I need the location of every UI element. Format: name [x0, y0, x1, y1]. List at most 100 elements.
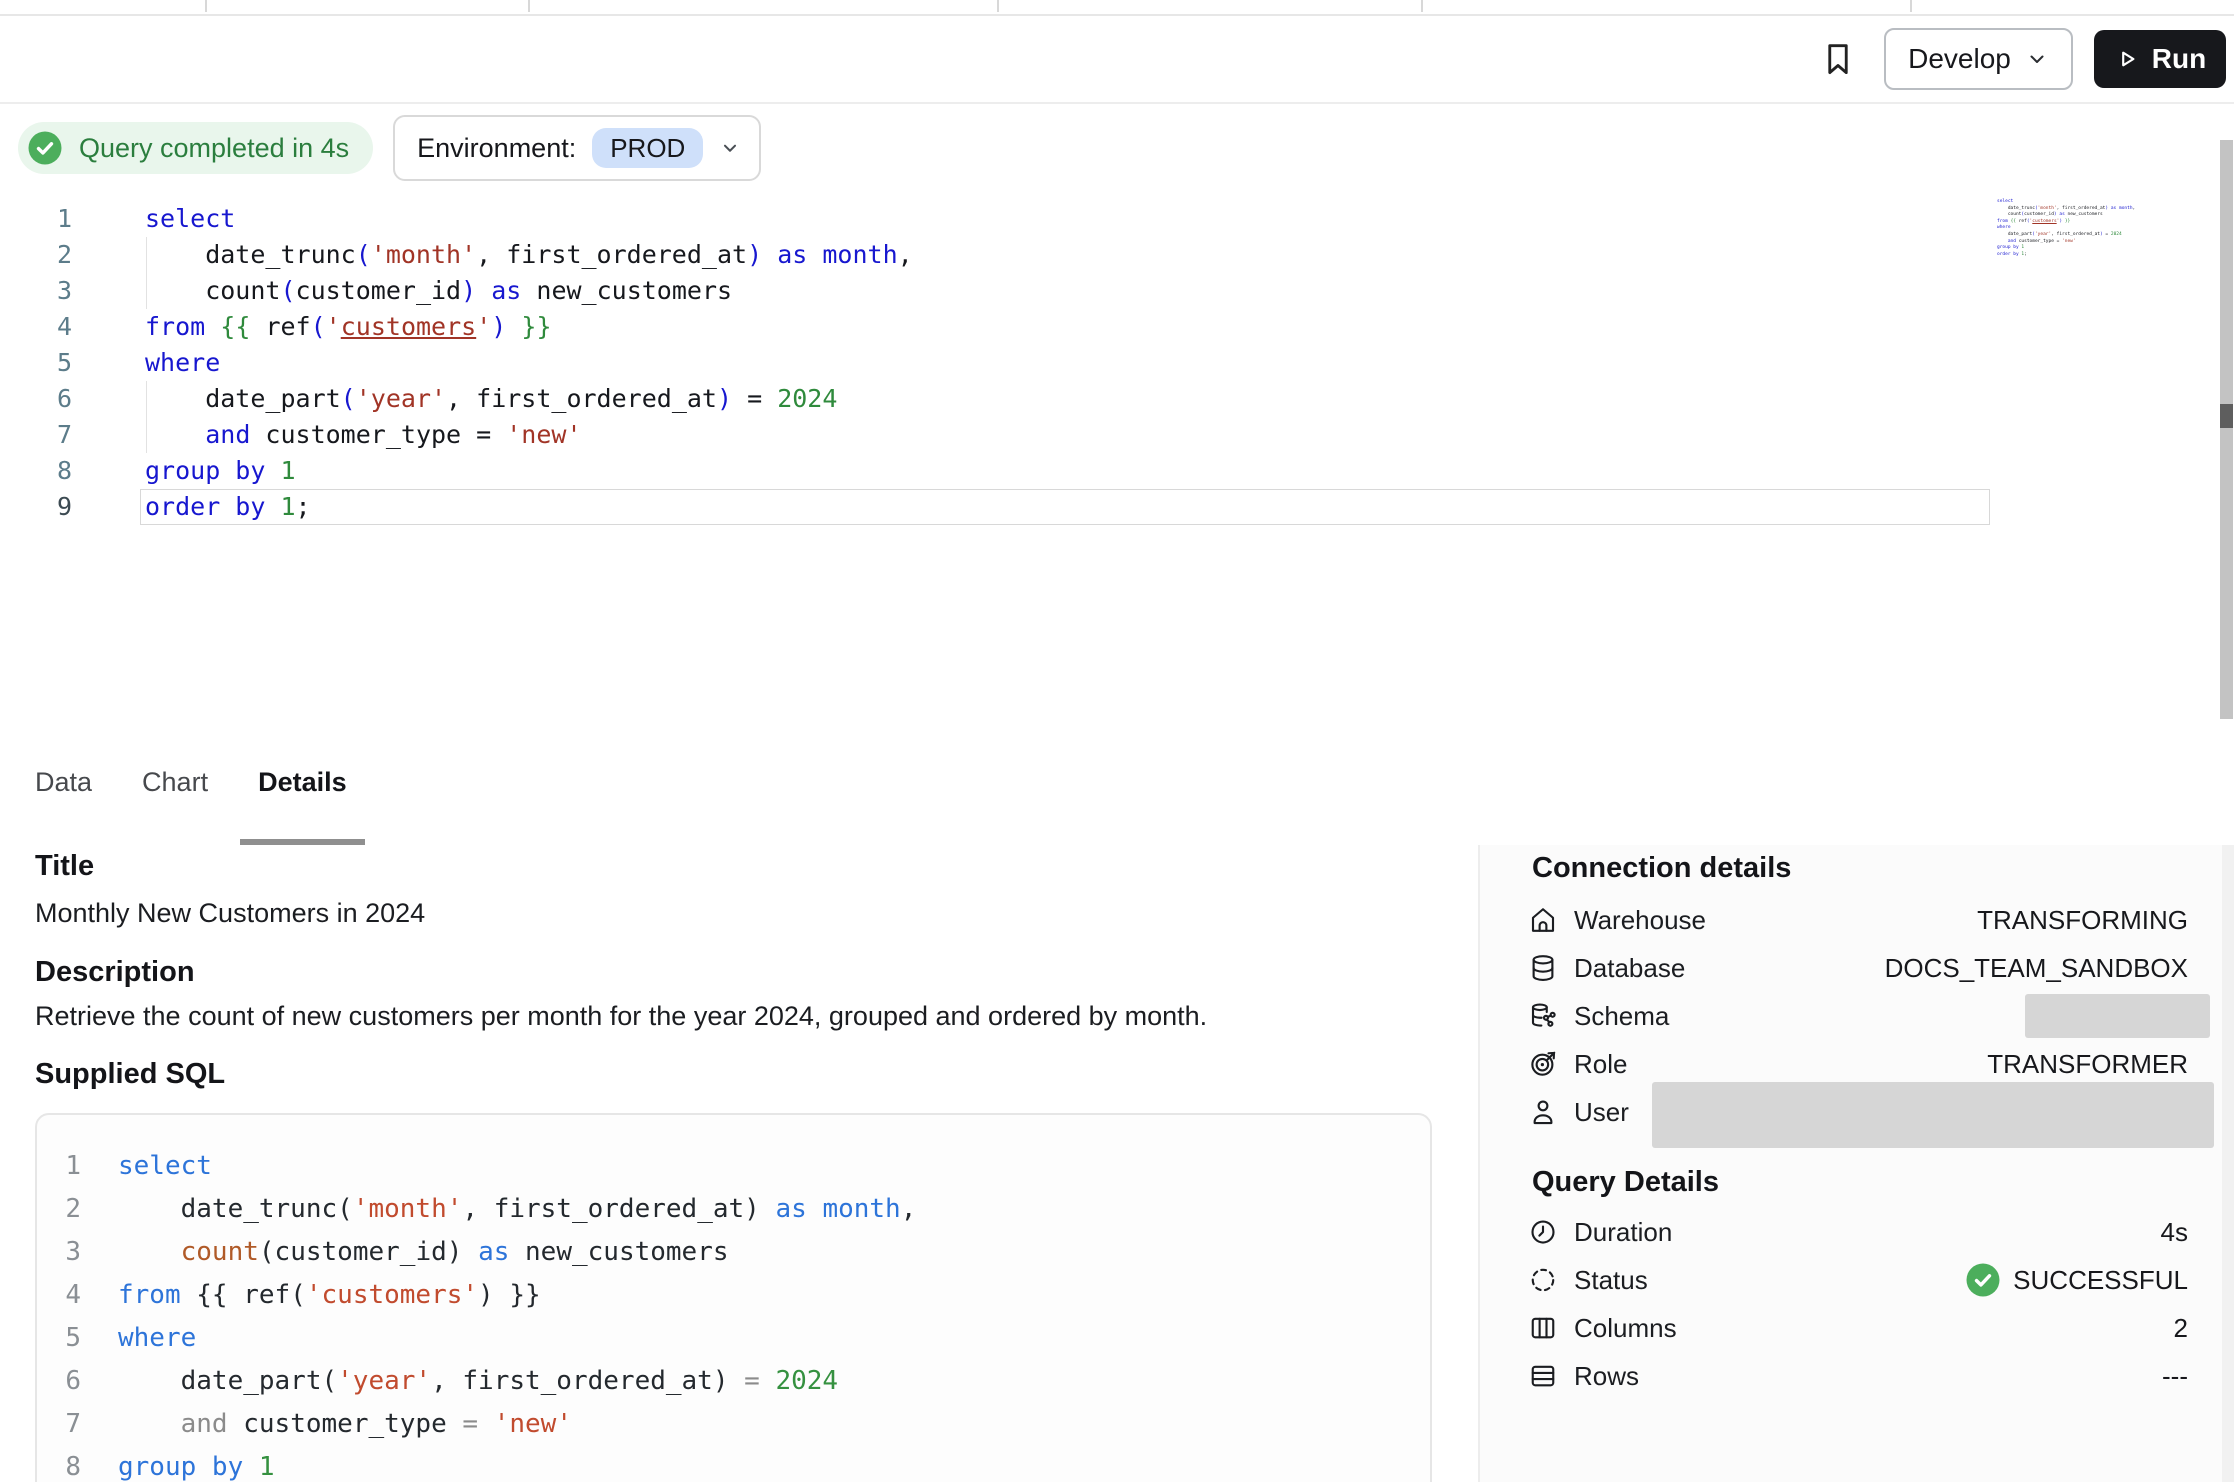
line-number: 2 — [37, 1188, 81, 1231]
code-token: date_trunc — [145, 240, 356, 269]
code-token: as — [491, 276, 521, 305]
query-detail-row-columns: Columns2 — [1528, 1304, 2188, 1352]
code-token: where — [145, 348, 220, 377]
run-button[interactable]: Run — [2094, 30, 2226, 88]
editor-code-line[interactable]: 9order by 1; — [0, 489, 2234, 525]
tab-divider — [205, 0, 207, 12]
code-token: }} — [521, 312, 551, 341]
connection-value-text: TRANSFORMING — [1977, 905, 2188, 936]
duration-icon — [1528, 1217, 1558, 1247]
code-token: , first_ordered_at — [446, 384, 717, 413]
tab-details[interactable]: Details — [258, 719, 347, 845]
editor-code-line[interactable]: 8group by 1 — [0, 453, 2234, 489]
code-token: 'month' — [2038, 206, 2057, 211]
connection-value-text: DOCS_TEAM_SANDBOX — [1885, 953, 2188, 984]
code-token: 1 — [2021, 245, 2024, 250]
query-detail-row-rows: Rows--- — [1528, 1352, 2188, 1400]
connection-row-schema: Schema — [1528, 992, 2188, 1040]
code-token: {{ — [220, 312, 250, 341]
tab-divider — [1910, 0, 1912, 12]
code-token: from — [1997, 219, 2008, 224]
code-token: customer_id — [296, 276, 462, 305]
editor-minimap[interactable]: select date_trunc('month', first_ordered… — [1997, 199, 2107, 258]
editor-code-line[interactable]: 6 date_part('year', first_ordered_at) = … — [0, 381, 2234, 417]
minimap-line: where — [1997, 225, 2107, 232]
editor-code-line[interactable]: 3 count(customer_id) as new_customers — [0, 273, 2234, 309]
query-details-rows: Duration4sStatusSUCCESSFULColumns2Rows--… — [1528, 1208, 2188, 1400]
query-detail-label: Duration — [1574, 1217, 1672, 1248]
code-token — [478, 1409, 494, 1439]
supplied-sql-line: 5where — [37, 1317, 1430, 1360]
code-token: select — [1997, 199, 2013, 204]
editor-code-line[interactable]: 7 and customer_type = 'new' — [0, 417, 2234, 453]
sql-editor[interactable]: 1select2 date_trunc('month', first_order… — [0, 190, 2234, 719]
tab-chart[interactable]: Chart — [142, 719, 208, 845]
code-token: , first_ordered_at) — [462, 1194, 775, 1224]
code-token: select — [118, 1151, 212, 1181]
code-line-content: date_part('year', first_ordered_at) = 20… — [81, 1360, 838, 1403]
code-token: {{ ref( — [181, 1280, 306, 1310]
editor-code-line[interactable]: 1select — [0, 201, 2234, 237]
code-token: 'new' — [2062, 239, 2076, 244]
code-token: = — [2103, 232, 2111, 237]
code-token: , first_ordered_at) — [431, 1366, 744, 1396]
code-token: ; — [2024, 252, 2027, 257]
code-token: ref — [250, 312, 310, 341]
code-token: ) — [717, 384, 732, 413]
query-detail-value-text: SUCCESSFUL — [2013, 1265, 2188, 1296]
line-number: 5 — [0, 345, 72, 381]
code-token: ) — [491, 312, 506, 341]
success-check-icon — [1965, 1262, 2001, 1298]
play-icon — [2114, 46, 2140, 72]
editor-scrollbar[interactable] — [2220, 140, 2233, 796]
line-number: 3 — [0, 273, 72, 309]
query-status-pill: Query completed in 4s — [18, 122, 373, 174]
code-token: , — [898, 240, 913, 269]
code-token: month — [822, 1194, 900, 1224]
environment-select[interactable]: Environment: PROD — [393, 115, 761, 181]
columns-icon — [1528, 1313, 1558, 1343]
code-token — [118, 1237, 181, 1267]
query-detail-label: Status — [1574, 1265, 1648, 1296]
code-token: as — [775, 1194, 806, 1224]
run-button-label: Run — [2152, 43, 2206, 75]
title-value: Monthly New Customers in 2024 — [35, 898, 425, 929]
warehouse-icon — [1528, 905, 1558, 935]
line-number: 9 — [0, 489, 72, 525]
schema-icon — [1528, 1001, 1558, 1031]
code-token: , first_ordered_at — [2051, 232, 2100, 237]
chevron-down-icon — [2025, 47, 2049, 71]
code-token — [145, 420, 205, 449]
supplied-sql-block: 1 select 2 date_trunc('month', first_order… — [35, 1113, 1432, 1482]
code-token: 'month' — [371, 240, 476, 269]
code-token: customer_type — [228, 1409, 463, 1439]
code-token: ) }} — [478, 1280, 541, 1310]
minimap-line: from {{ ref('customers') }} — [1997, 219, 2107, 226]
result-tabs: Data Chart Details — [0, 719, 2234, 847]
editor-code-line[interactable]: 2 date_trunc('month', first_ordered_at) … — [0, 237, 2234, 273]
develop-button[interactable]: Develop — [1884, 28, 2073, 90]
database-icon — [1528, 953, 1558, 983]
code-token: ref — [2016, 219, 2027, 224]
code-token: ( — [341, 384, 356, 413]
tab-data[interactable]: Data — [35, 719, 92, 845]
connection-label: User — [1574, 1097, 1629, 1128]
code-line-content: from {{ ref('customers') }} — [72, 309, 552, 345]
query-status-text: Query completed in 4s — [79, 133, 349, 164]
editor-code-line[interactable]: 5 where — [0, 345, 2234, 381]
code-token: customers — [341, 312, 476, 341]
code-token: date_part — [145, 384, 341, 413]
code-line-content: date_trunc('month', first_ordered_at) as… — [81, 1188, 916, 1231]
details-scrollbar[interactable] — [2222, 845, 2234, 1482]
code-token: count — [145, 276, 280, 305]
code-token: and — [2008, 239, 2016, 244]
code-token: 1 — [280, 456, 295, 485]
code-token: order by — [1997, 252, 2019, 257]
connection-label: Database — [1574, 953, 1685, 984]
code-token: , first_ordered_at — [2057, 206, 2106, 211]
code-token: 1 — [259, 1452, 275, 1482]
bookmark-icon[interactable] — [1818, 39, 1858, 79]
code-line-content: date_trunc('month', first_ordered_at) as… — [72, 237, 913, 273]
editor-code-line[interactable]: 4from {{ ref('customers') }} — [0, 309, 2234, 345]
header-bar: Develop Run — [0, 16, 2234, 104]
